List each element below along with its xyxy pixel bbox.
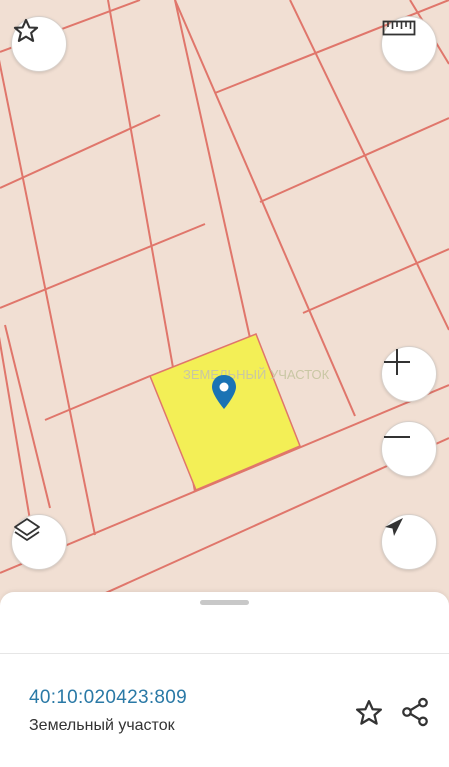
measure-button[interactable] [381, 16, 437, 72]
parcel-type-label: Земельный участок [29, 717, 175, 734]
map-watermark: ЗЕМЕЛЬНЫЙ УЧАСТОК [183, 367, 330, 382]
minus-icon [384, 436, 410, 438]
sheet-drag-handle[interactable] [200, 600, 249, 605]
favorite-button[interactable] [11, 16, 67, 72]
parcel-boundaries [0, 0, 449, 600]
star-outline-icon[interactable] [354, 698, 384, 728]
map-canvas[interactable]: ЗЕМЕЛЬНЫЙ УЧАСТОК [0, 0, 449, 600]
plus-icon [384, 349, 410, 375]
zoom-out-button[interactable] [381, 421, 437, 477]
navigation-arrow-icon [385, 518, 403, 536]
selected-parcel [149, 333, 301, 491]
my-location-button[interactable] [381, 514, 437, 570]
ruler-icon [382, 20, 416, 36]
cadastral-number[interactable]: 40:10:020423:809 [29, 687, 187, 709]
layers-icon [14, 518, 40, 541]
star-outline-icon [13, 18, 39, 42]
parcel-info-sheet[interactable]: 40:10:020423:809 Земельный участок [0, 592, 449, 767]
layers-button[interactable] [11, 514, 67, 570]
share-icon[interactable] [399, 696, 431, 728]
zoom-in-button[interactable] [381, 346, 437, 402]
cadastral-map: ЗЕМЕЛЬНЫЙ УЧАСТОК [0, 0, 449, 600]
divider [0, 653, 449, 654]
